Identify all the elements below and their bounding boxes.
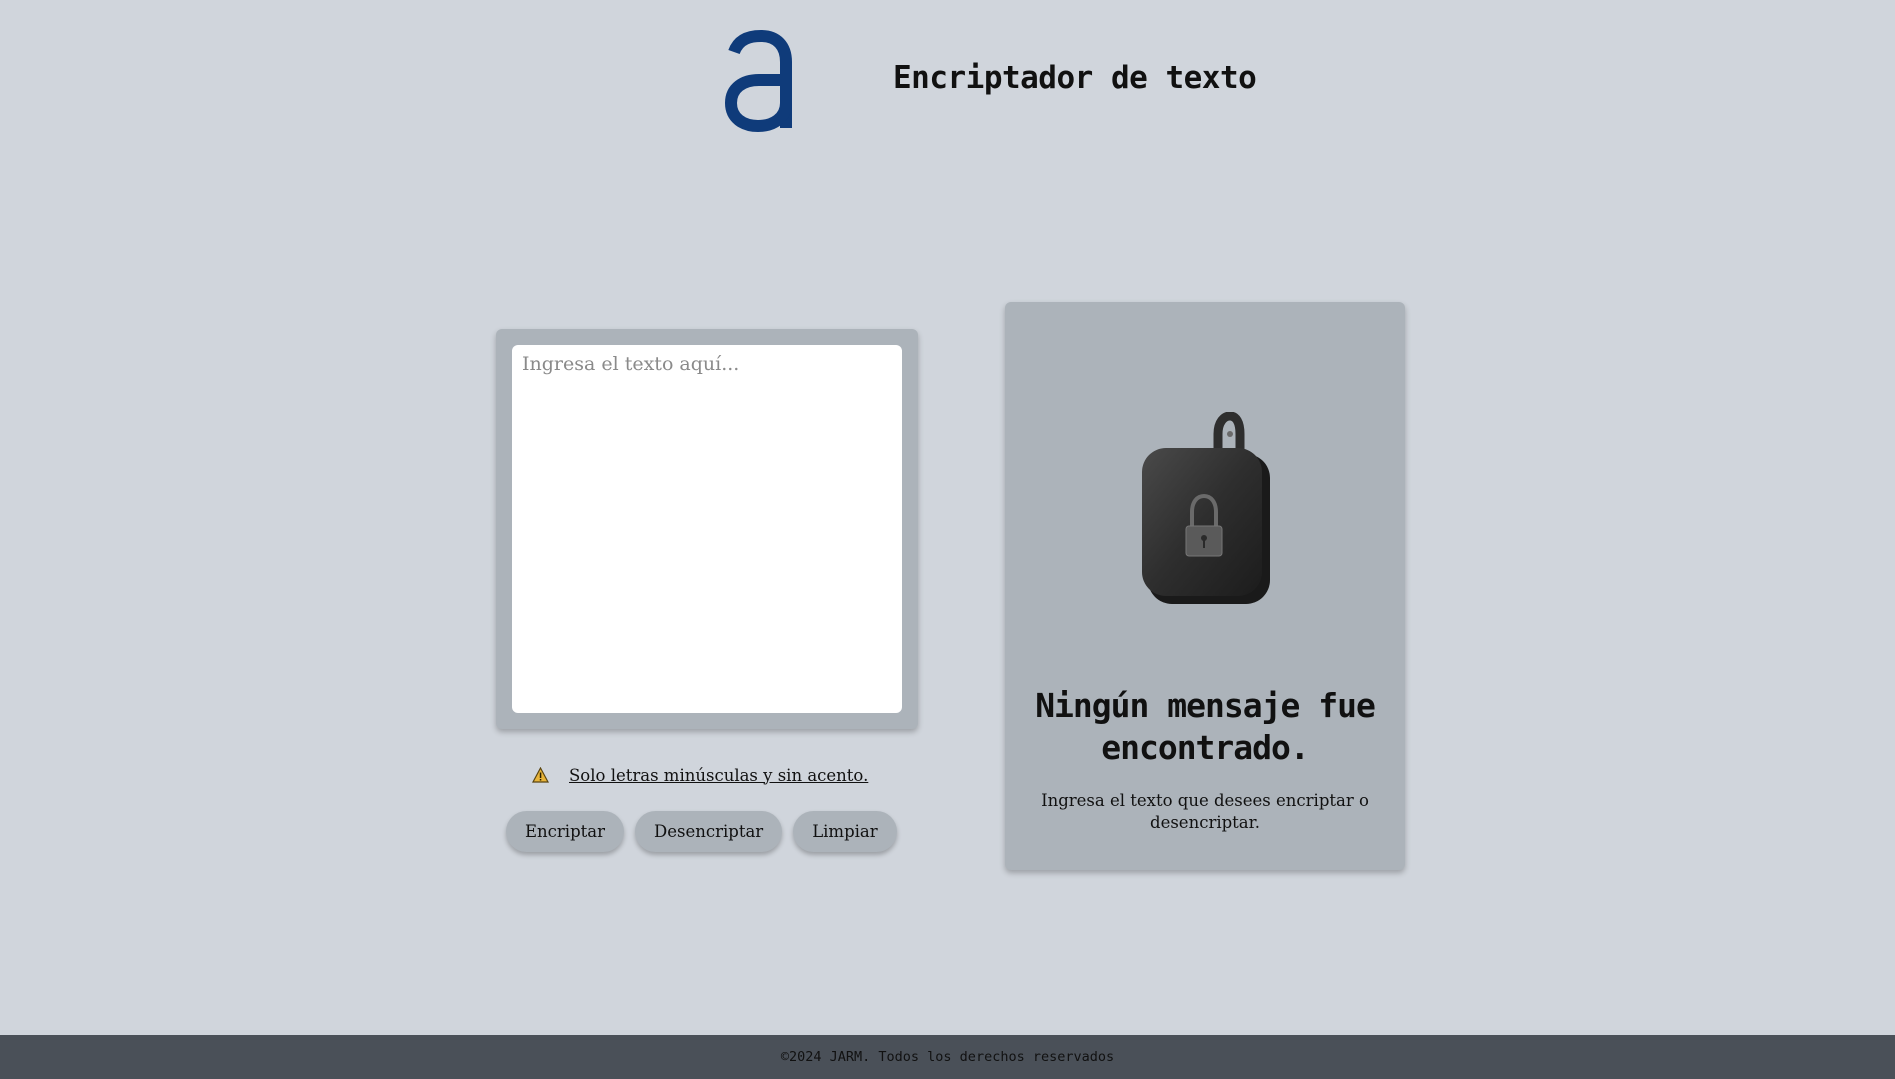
footer-copyright: ©2024 JARM. Todos los derechos reservado… (780, 1049, 1115, 1065)
page-header: Encriptador de texto (725, 30, 1265, 135)
empty-message-title: Ningún mensaje fue encontrado. (1035, 686, 1376, 767)
warning-text: Solo letras minúsculas y sin acento. (569, 765, 869, 785)
decrypt-button[interactable]: Desencriptar (635, 811, 783, 852)
warning-note: Solo letras minúsculas y sin acento. (532, 762, 868, 788)
empty-message-text: Ingresa el texto que desees encriptar o … (1041, 791, 1369, 832)
input-panel (496, 329, 918, 729)
page-footer: ©2024 JARM. Todos los derechos reservado… (0, 1035, 1895, 1079)
encrypt-button[interactable]: Encriptar (506, 811, 624, 852)
warning-triangle-icon (532, 767, 549, 783)
action-buttons: Encriptar Desencriptar Limpiar (506, 811, 897, 852)
output-panel: Ningún mensaje fue encontrado. Ingresa e… (1005, 302, 1405, 870)
padlock-device-icon (1142, 412, 1270, 604)
page-title: Encriptador de texto (893, 60, 1257, 96)
clear-button[interactable]: Limpiar (793, 811, 897, 852)
text-input[interactable] (512, 345, 902, 713)
letter-a-logo-icon (725, 30, 792, 132)
